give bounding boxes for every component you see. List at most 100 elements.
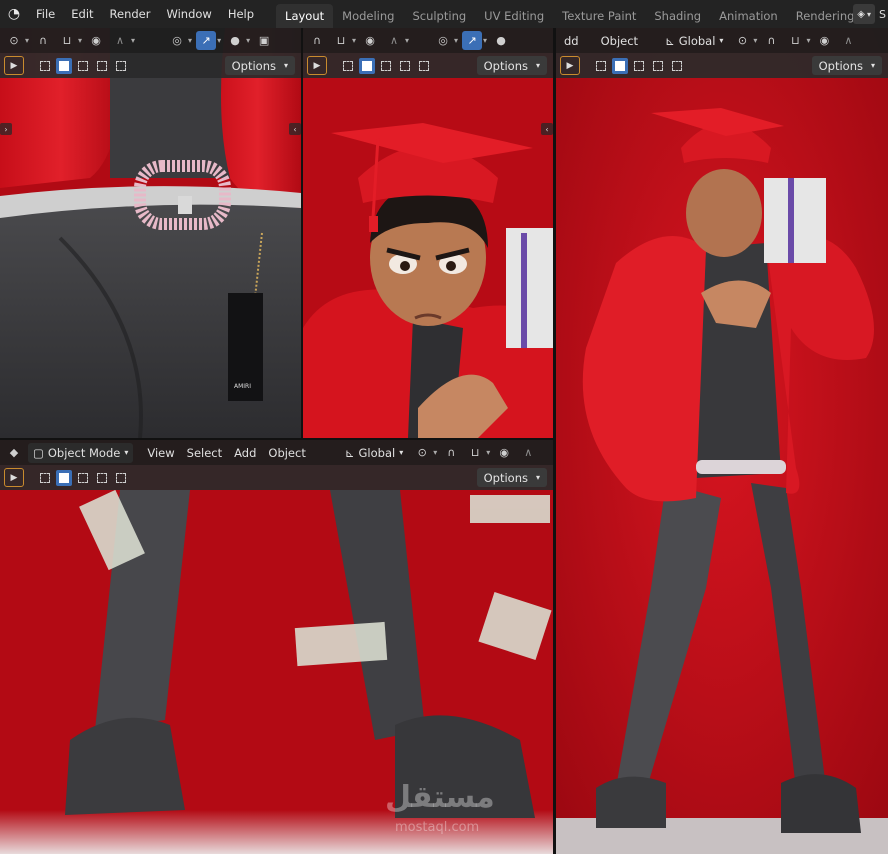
chevron-down-icon: ▾ — [486, 448, 491, 457]
tab-layout[interactable]: Layout — [276, 4, 334, 28]
options-dropdown[interactable]: Options ▾ — [811, 56, 882, 75]
overlays-icon[interactable]: ● — [225, 31, 245, 50]
falloff-icon[interactable]: ∧ — [838, 31, 858, 50]
area-divider[interactable] — [553, 28, 556, 854]
tab-texture-paint[interactable]: Texture Paint — [553, 4, 645, 28]
orientation-label: Global — [678, 33, 716, 48]
pivot-point-icon[interactable]: ⊙ — [732, 31, 752, 50]
select-box-dashed-icon[interactable] — [340, 58, 356, 74]
proportional-edit-icon[interactable]: ◉ — [814, 31, 834, 50]
view-menu[interactable]: View — [143, 446, 178, 460]
proportional-edit-icon[interactable]: ◉ — [360, 31, 380, 50]
visibility-eye-icon[interactable]: ◎ — [167, 31, 187, 50]
tab-modeling[interactable]: Modeling — [333, 4, 403, 28]
blender-logo-icon[interactable]: ◔ — [0, 0, 28, 28]
snap-icon[interactable]: ∩ — [761, 31, 781, 50]
tab-shading[interactable]: Shading — [645, 4, 710, 28]
menu-edit[interactable]: Edit — [63, 0, 101, 28]
select-mode-extend-icon[interactable] — [75, 58, 91, 74]
tab-animation[interactable]: Animation — [710, 4, 787, 28]
chevron-down-icon: ▾ — [535, 473, 540, 482]
sidebar-toggle-icon[interactable]: ‹ — [289, 123, 301, 135]
select-menu[interactable]: Select — [183, 446, 226, 460]
menu-window[interactable]: Window — [158, 0, 219, 28]
select-mode-invert-icon[interactable] — [669, 58, 685, 74]
visibility-eye-icon[interactable]: ◎ — [433, 31, 453, 50]
select-tool-icon[interactable]: ▶ — [560, 56, 580, 75]
scene-selector[interactable]: ◈ ▾ — [853, 4, 876, 24]
select-mode-subtract-icon[interactable] — [650, 58, 666, 74]
select-mode-extend-icon[interactable] — [378, 58, 394, 74]
chevron-down-icon: ▾ — [405, 36, 410, 45]
chevron-down-icon: ▾ — [246, 36, 251, 45]
area-divider[interactable] — [0, 438, 553, 440]
menu-file[interactable]: File — [28, 0, 63, 28]
scene-label: S — [879, 7, 886, 21]
snap-icon[interactable]: ∩ — [33, 31, 53, 50]
viewport-bottom-left[interactable]: ◆ ▢ Object Mode ▾ View Select Add Object… — [0, 440, 553, 854]
snap-increment-icon[interactable]: ⊔ — [57, 31, 77, 50]
overlays-icon[interactable]: ● — [491, 31, 511, 50]
select-mode-extend-icon[interactable] — [75, 470, 91, 486]
snap-icon[interactable]: ∩ — [307, 31, 327, 50]
area-divider[interactable] — [301, 28, 303, 440]
pivot-point-icon[interactable]: ⊙ — [412, 443, 432, 462]
viewport-top-middle[interactable]: ∩ ⊔ ▾ ◉ ∧ ▾ ◎ ▾ ↗ ▾ ● ▶ Options ▾ ‹ — [303, 28, 553, 438]
mode-dropdown[interactable]: ▢ Object Mode ▾ — [28, 442, 134, 463]
select-mode-subtract-icon[interactable] — [94, 470, 110, 486]
sidebar-toggle-icon[interactable]: › — [0, 123, 12, 135]
gizmo-icon[interactable]: ↗ — [196, 31, 217, 50]
select-box-dashed-icon[interactable] — [37, 470, 53, 486]
menu-render[interactable]: Render — [102, 0, 159, 28]
options-dropdown[interactable]: Options ▾ — [224, 56, 295, 75]
select-mode-set-icon[interactable] — [359, 57, 375, 74]
chevron-down-icon: ▾ — [433, 448, 438, 457]
viewport-right[interactable]: dd Object ⊾ Global ▾ ⊙ ▾ ∩ ⊔ ▾ ◉ ∧ ▶ Optio… — [556, 28, 888, 854]
select-mode-invert-icon[interactable] — [416, 58, 432, 74]
snap-increment-icon[interactable]: ⊔ — [465, 443, 485, 462]
transform-orientation-dropdown[interactable]: ⊾ Global ▾ — [340, 443, 408, 463]
chevron-down-icon: ▾ — [188, 36, 193, 45]
viewport-top-left[interactable]: AMIRI ⊙ ▾ ∩ ⊔ ▾ ◉ ∧ ▾ ◎ ▾ ↗ ▾ ● ▾ ▣ ▶ Options … — [0, 28, 301, 438]
proportional-edit-icon[interactable]: ◉ — [494, 443, 514, 462]
select-tool-icon[interactable]: ▶ — [307, 56, 327, 75]
menu-help[interactable]: Help — [220, 0, 262, 28]
snap-increment-icon[interactable]: ⊔ — [331, 31, 351, 50]
chevron-down-icon: ▾ — [124, 448, 129, 457]
transform-orientation-dropdown[interactable]: ⊾ Global ▾ — [660, 31, 728, 51]
falloff-icon[interactable]: ∧ — [518, 443, 538, 462]
xray-toggle-icon[interactable]: ▣ — [254, 31, 274, 50]
tab-rendering[interactable]: Rendering — [787, 4, 860, 28]
select-mode-set-icon[interactable] — [56, 469, 72, 486]
select-tool-icon[interactable]: ▶ — [4, 468, 24, 487]
select-mode-subtract-icon[interactable] — [397, 58, 413, 74]
sidebar-toggle-icon[interactable]: ‹ — [541, 123, 553, 135]
tab-uv-editing[interactable]: UV Editing — [475, 4, 553, 28]
select-mode-invert-icon[interactable] — [113, 58, 129, 74]
add-menu[interactable]: dd — [560, 34, 583, 48]
chevron-down-icon: ▾ — [806, 36, 811, 45]
object-menu[interactable]: Object — [597, 34, 642, 48]
select-mode-set-icon[interactable] — [612, 57, 628, 74]
editor-type-icon[interactable]: ◆ — [4, 443, 24, 462]
select-mode-subtract-icon[interactable] — [94, 58, 110, 74]
options-dropdown[interactable]: Options ▾ — [476, 468, 547, 487]
pivot-point-icon[interactable]: ⊙ — [4, 31, 24, 50]
options-dropdown[interactable]: Options ▾ — [476, 56, 547, 75]
tool-header: ▶ Options ▾ — [0, 53, 301, 78]
proportional-edit-icon[interactable]: ◉ — [86, 31, 106, 50]
falloff-icon[interactable]: ∧ — [384, 31, 404, 50]
select-tool-icon[interactable]: ▶ — [4, 56, 24, 75]
select-box-dashed-icon[interactable] — [593, 58, 609, 74]
add-menu[interactable]: Add — [230, 446, 260, 460]
gizmo-icon[interactable]: ↗ — [462, 31, 483, 50]
select-box-dashed-icon[interactable] — [37, 58, 53, 74]
select-mode-set-icon[interactable] — [56, 57, 72, 74]
object-menu[interactable]: Object — [264, 446, 309, 460]
tab-sculpting[interactable]: Sculpting — [403, 4, 475, 28]
snap-increment-icon[interactable]: ⊔ — [785, 31, 805, 50]
select-mode-extend-icon[interactable] — [631, 58, 647, 74]
snap-icon[interactable]: ∩ — [441, 443, 461, 462]
falloff-icon[interactable]: ∧ — [110, 31, 130, 50]
select-mode-invert-icon[interactable] — [113, 470, 129, 486]
